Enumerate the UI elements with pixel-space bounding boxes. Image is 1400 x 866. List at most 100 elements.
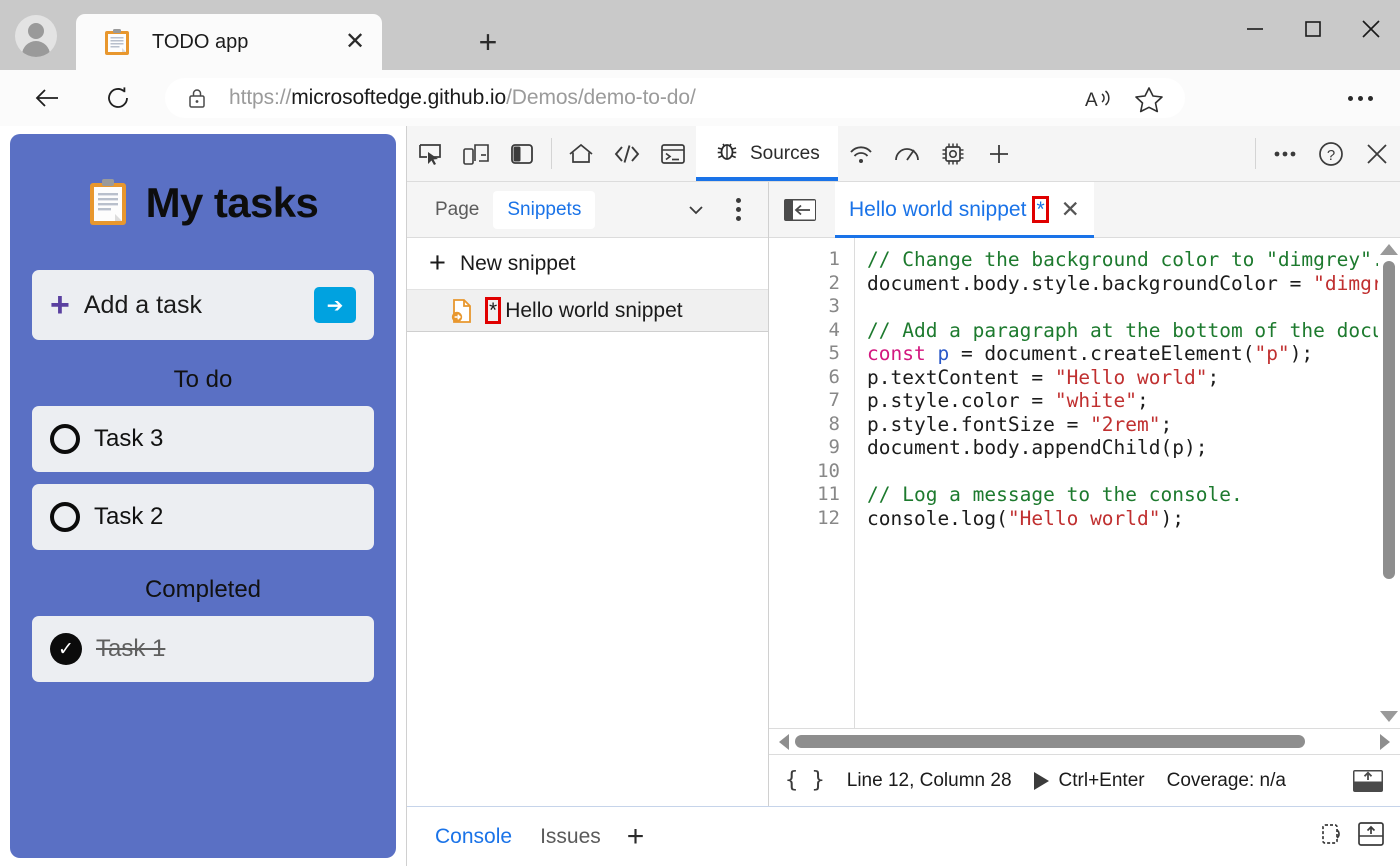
dock-side-icon[interactable] — [499, 126, 545, 181]
scroll-up-arrow-icon[interactable] — [1380, 244, 1398, 255]
devtools-toolbar: Sources — [407, 126, 1400, 182]
maximize-icon[interactable] — [1284, 0, 1342, 58]
url-text: https://microsoftedge.github.io/Demos/de… — [229, 86, 696, 110]
clipboard-icon — [88, 178, 128, 228]
scroll-down-arrow-icon[interactable] — [1380, 711, 1398, 722]
elements-icon[interactable] — [604, 126, 650, 181]
line-number: 7 — [769, 389, 840, 413]
drawer-add-tab-button[interactable]: + — [627, 822, 645, 852]
read-aloud-icon[interactable]: A — [1077, 84, 1121, 114]
list-item-hello-world-snippet[interactable]: * Hello world snippet — [407, 290, 768, 332]
chevron-down-icon[interactable] — [676, 190, 716, 230]
plus-icon: + — [50, 288, 70, 322]
code-editor[interactable]: 123456789101112 // Change the background… — [769, 238, 1400, 728]
tab-close-icon[interactable]: ✕ — [340, 27, 370, 57]
editor-tab-close-icon[interactable]: ✕ — [1061, 198, 1080, 221]
new-tab-button[interactable]: + — [466, 22, 510, 62]
run-shortcut-label: Ctrl+Enter — [1059, 770, 1145, 792]
reload-icon[interactable] — [98, 78, 138, 118]
url-bar-actions: A — [1077, 84, 1171, 114]
editor-tab-hello-world-snippet[interactable]: Hello world snippet * ✕ — [835, 182, 1094, 238]
memory-icon[interactable] — [930, 126, 976, 181]
tab-sources[interactable]: Sources — [696, 126, 838, 181]
page-title: My tasks — [146, 179, 319, 227]
task-item-task-3[interactable]: Task 3 — [32, 406, 374, 472]
navigator-tab-page[interactable]: Page — [421, 191, 493, 229]
console-settings-icon[interactable] — [1318, 820, 1346, 853]
settings-and-more-icon[interactable] — [1338, 84, 1382, 112]
devtools-drawer: Console Issues + — [407, 806, 1400, 866]
sources-navigator: Page Snippets + — [407, 182, 769, 806]
back-arrow-icon[interactable] — [28, 78, 68, 118]
more-options-icon[interactable] — [718, 190, 758, 230]
run-snippet-icon[interactable] — [1034, 772, 1049, 790]
horizontal-scroll-thumb[interactable] — [795, 735, 1305, 748]
more-tools-icon[interactable] — [1262, 126, 1308, 181]
editor-tab-modified-marker: * — [1032, 196, 1048, 223]
drawer-actions — [1318, 820, 1400, 853]
show-drawer-icon[interactable] — [1352, 768, 1384, 794]
code-line: p.style.color = "white"; — [867, 389, 1400, 413]
drawer-tab-console[interactable]: Console — [421, 819, 526, 855]
browser-tab[interactable]: TODO app ✕ — [76, 14, 382, 70]
line-number: 4 — [769, 319, 840, 343]
url-scheme: https:// — [229, 86, 291, 109]
avatar — [15, 15, 57, 57]
line-number: 6 — [769, 366, 840, 390]
task-label: Task 2 — [94, 503, 163, 531]
code-content[interactable]: // Change the background color to "dimgr… — [855, 238, 1400, 728]
network-icon[interactable] — [838, 126, 884, 181]
tab-title: TODO app — [152, 31, 340, 54]
plus-icon: + — [429, 249, 446, 278]
horizontal-scroll-track[interactable] — [795, 735, 1374, 748]
code-line: const p = document.createElement("p"); — [867, 342, 1400, 366]
source-editor-column: Hello world snippet * ✕ 123456789101112 … — [769, 182, 1400, 806]
add-task-input[interactable]: Add a task — [84, 291, 314, 320]
window-controls — [1226, 0, 1400, 58]
browser-address-bar: https://microsoftedge.github.io/Demos/de… — [0, 70, 1400, 126]
code-line: // Change the background color to "dimgr… — [867, 248, 1400, 272]
code-line: document.body.style.backgroundColor = "d… — [867, 272, 1400, 296]
show-navigator-icon[interactable] — [783, 196, 817, 224]
profile-button[interactable] — [10, 10, 62, 62]
snippet-name: Hello world snippet — [505, 299, 682, 323]
close-icon[interactable] — [1342, 0, 1400, 58]
cursor-position: Line 12, Column 28 — [847, 770, 1012, 792]
device-emulation-icon[interactable] — [453, 126, 499, 181]
navigator-tab-snippets[interactable]: Snippets — [493, 191, 595, 229]
performance-icon[interactable] — [884, 126, 930, 181]
pretty-print-icon[interactable]: { } — [785, 768, 825, 793]
scroll-left-arrow-icon[interactable] — [779, 734, 789, 750]
add-task-input-row[interactable]: + Add a task ➔ — [32, 270, 374, 340]
drawer-tab-issues[interactable]: Issues — [526, 819, 615, 855]
minimize-icon[interactable] — [1226, 0, 1284, 58]
scroll-right-arrow-icon[interactable] — [1380, 734, 1390, 750]
editor-tab-bar: Hello world snippet * ✕ — [769, 182, 1400, 238]
vertical-scroll-thumb[interactable] — [1383, 261, 1395, 579]
checkbox-unchecked-icon[interactable] — [50, 502, 80, 532]
add-panel-button[interactable] — [976, 126, 1022, 181]
star-icon[interactable] — [1127, 84, 1171, 114]
checkbox-unchecked-icon[interactable] — [50, 424, 80, 454]
task-item-task-2[interactable]: Task 2 — [32, 484, 374, 550]
add-task-submit-button[interactable]: ➔ — [314, 287, 356, 323]
coverage-label: Coverage: n/a — [1167, 770, 1286, 792]
close-drawer-icon[interactable] — [1356, 820, 1386, 853]
page-viewport: My tasks + Add a task ➔ To do Task 3 Tas… — [0, 126, 406, 866]
console-icon[interactable] — [650, 126, 696, 181]
close-devtools-icon[interactable] — [1354, 126, 1400, 181]
editor-horizontal-scrollbar[interactable] — [769, 728, 1400, 754]
help-icon[interactable]: ? — [1308, 126, 1354, 181]
checkbox-checked-icon[interactable]: ✓ — [50, 633, 82, 665]
section-label-todo: To do — [174, 366, 233, 394]
editor-vertical-scrollbar[interactable] — [1378, 238, 1400, 728]
task-item-task-1[interactable]: ✓ Task 1 — [32, 616, 374, 682]
new-snippet-label: New snippet — [460, 252, 576, 276]
line-number: 9 — [769, 436, 840, 460]
url-bar[interactable]: https://microsoftedge.github.io/Demos/de… — [165, 78, 1185, 118]
new-snippet-button[interactable]: + New snippet — [407, 238, 768, 290]
code-line: p.style.fontSize = "2rem"; — [867, 413, 1400, 437]
inspect-element-icon[interactable] — [407, 126, 453, 181]
line-number: 1 — [769, 248, 840, 272]
home-icon[interactable] — [558, 126, 604, 181]
